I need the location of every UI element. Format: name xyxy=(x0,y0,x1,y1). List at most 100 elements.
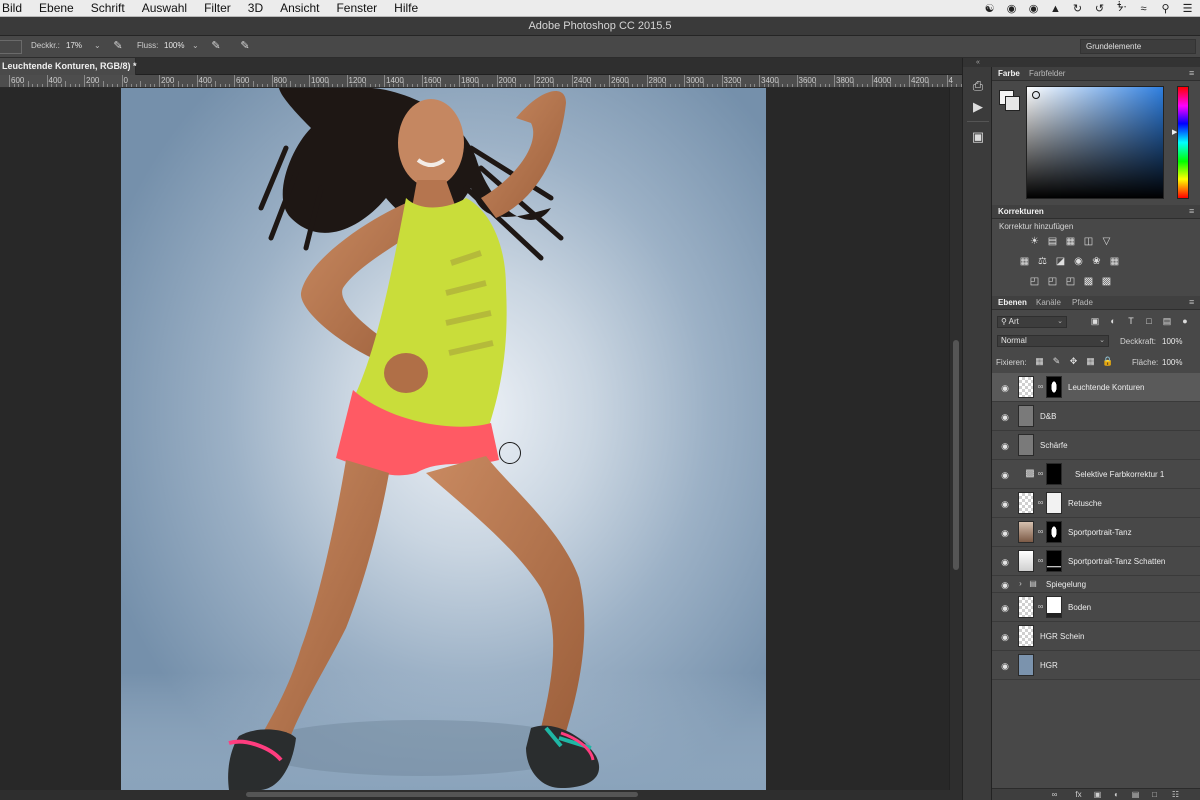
document-canvas[interactable] xyxy=(121,88,766,790)
visibility-eye-icon[interactable]: ◉ xyxy=(999,556,1011,568)
lock-transparency-icon[interactable]: ▦ xyxy=(1034,355,1045,367)
vertical-scroll-thumb[interactable] xyxy=(953,340,959,570)
filter-smart-object-icon[interactable]: ▤ xyxy=(1161,315,1173,328)
brightness-icon[interactable]: ☀ xyxy=(1028,235,1041,248)
layer-thumbnail[interactable] xyxy=(1018,625,1034,647)
hue-slider[interactable] xyxy=(1177,86,1189,199)
hue-saturation-icon[interactable]: ▦ xyxy=(1018,255,1031,268)
layer-mask-thumbnail[interactable] xyxy=(1046,492,1062,514)
wifi-icon[interactable]: ≈ xyxy=(1137,2,1150,15)
layer-row[interactable]: ◉ ∞ Retusche xyxy=(992,489,1200,518)
layer-style-icon[interactable]: fx xyxy=(1073,789,1084,800)
drive-icon[interactable]: ▲ xyxy=(1049,2,1062,15)
record-icon[interactable]: ◉ xyxy=(1027,2,1040,15)
layer-mask-thumbnail[interactable] xyxy=(1046,521,1062,543)
black-white-icon[interactable]: ◪ xyxy=(1054,255,1067,268)
fill-value[interactable]: 100% xyxy=(1162,358,1182,367)
expand-arrow-icon[interactable]: › xyxy=(1017,579,1024,588)
layer-mask-thumbnail[interactable] xyxy=(1046,376,1062,398)
tab-farbfelder[interactable]: Farbfelder xyxy=(1029,69,1065,78)
horizontal-scroll-thumb[interactable] xyxy=(246,792,638,797)
menu-bild[interactable]: Bild xyxy=(2,0,22,17)
horizontal-ruler[interactable]: 600 400 200 0 200 400 600 800 1000 1200 1400 1600 18… xyxy=(0,75,962,88)
tool-preset-picker[interactable] xyxy=(0,40,22,54)
visibility-eye-icon[interactable]: ◉ xyxy=(999,527,1011,539)
link-chain-icon[interactable]: ∞ xyxy=(1037,382,1044,391)
link-chain-icon[interactable]: ∞ xyxy=(1037,602,1044,611)
bluetooth-icon[interactable]: ᙽ xyxy=(1115,2,1128,15)
tab-korrekturen[interactable]: Korrekturen xyxy=(998,207,1044,216)
menu-auswahl[interactable]: Auswahl xyxy=(142,0,187,17)
color-picker-ring[interactable] xyxy=(1032,91,1040,99)
menu-ebene[interactable]: Ebene xyxy=(39,0,74,17)
delete-layer-icon[interactable]: ☷ xyxy=(1170,789,1181,800)
layer-thumbnail[interactable] xyxy=(1018,654,1034,676)
pressure-opacity-icon[interactable]: ✎ xyxy=(111,39,125,53)
layer-row[interactable]: ◉ HGR xyxy=(992,651,1200,680)
menu-schrift[interactable]: Schrift xyxy=(91,0,125,17)
menu-3d[interactable]: 3D xyxy=(248,0,263,17)
new-group-icon[interactable]: ▤ xyxy=(1130,789,1141,800)
tab-farbe[interactable]: Farbe xyxy=(998,69,1020,78)
layer-mask-thumbnail[interactable] xyxy=(1046,463,1062,485)
color-lookup-icon[interactable]: ▦ xyxy=(1108,255,1121,268)
menu-fenster[interactable]: Fenster xyxy=(336,0,377,17)
menu-hilfe[interactable]: Hilfe xyxy=(394,0,418,17)
layer-row[interactable]: ◉ ∞ Boden xyxy=(992,593,1200,622)
filter-shape-icon[interactable]: □ xyxy=(1143,315,1155,328)
vertical-scrollbar[interactable] xyxy=(949,88,962,790)
exposure-icon[interactable]: ◫ xyxy=(1082,235,1095,248)
horizontal-scrollbar[interactable] xyxy=(0,790,962,800)
lock-artboard-icon[interactable]: ▦ xyxy=(1085,355,1096,367)
link-chain-icon[interactable]: ∞ xyxy=(1037,469,1044,478)
blend-mode-select[interactable]: Normal ⌄ xyxy=(997,335,1109,347)
layer-thumbnail[interactable] xyxy=(1018,596,1034,618)
panel-menu-icon[interactable]: ≡ xyxy=(1189,68,1197,78)
layer-row[interactable]: ◉ D&B xyxy=(992,402,1200,431)
visibility-eye-icon[interactable]: ◉ xyxy=(999,631,1011,643)
visibility-eye-icon[interactable]: ◉ xyxy=(999,602,1011,614)
tab-ebenen[interactable]: Ebenen xyxy=(998,298,1027,307)
layer-mask-thumbnail[interactable] xyxy=(1046,550,1062,572)
layer-row[interactable]: ◉ Schärfe xyxy=(992,431,1200,460)
layer-thumbnail[interactable] xyxy=(1018,521,1034,543)
tab-pfade[interactable]: Pfade xyxy=(1072,298,1093,307)
search-icon[interactable]: ⚲ xyxy=(1159,2,1172,15)
visibility-eye-icon[interactable]: ◉ xyxy=(999,411,1011,423)
levels-icon[interactable]: ▤ xyxy=(1046,235,1059,248)
layer-row[interactable]: ◉ ∞ Sportportrait-Tanz xyxy=(992,518,1200,547)
time-machine-icon[interactable]: ↺ xyxy=(1093,2,1106,15)
menu-filter[interactable]: Filter xyxy=(204,0,231,17)
background-color-swatch[interactable] xyxy=(1005,96,1020,111)
layer-filter-select[interactable]: ⚲ Art ⌄ xyxy=(997,316,1067,328)
opacity-value[interactable]: 17% xyxy=(66,41,82,50)
actions-icon[interactable]: ▶ xyxy=(969,98,987,116)
opacity-dropdown-icon[interactable]: ⌄ xyxy=(94,41,101,50)
visibility-eye-icon[interactable]: ◉ xyxy=(999,498,1011,510)
filter-adjustment-icon[interactable]: ◐ xyxy=(1107,315,1119,328)
layer-thumbnail[interactable] xyxy=(1018,376,1034,398)
flow-dropdown-icon[interactable]: ⌄ xyxy=(192,41,199,50)
layer-mask-thumbnail[interactable] xyxy=(1046,596,1062,618)
filter-type-icon[interactable]: T xyxy=(1125,315,1137,328)
lock-image-icon[interactable]: ✎ xyxy=(1051,355,1062,367)
pressure-size-icon[interactable]: ✎ xyxy=(238,39,252,53)
panel-menu-icon[interactable]: ≡ xyxy=(1189,206,1197,216)
visibility-eye-icon[interactable]: ◉ xyxy=(999,469,1011,481)
visibility-eye-icon[interactable]: ◉ xyxy=(999,579,1011,591)
filter-toggle-icon[interactable]: ● xyxy=(1179,315,1191,328)
flow-value[interactable]: 100% xyxy=(164,41,184,50)
sync-icon[interactable]: ↻ xyxy=(1071,2,1084,15)
layer-row[interactable]: ◉ ∞ Sportportrait-Tanz Schatten xyxy=(992,547,1200,576)
layer-row[interactable]: ◉ ▩ ∞ Selektive Farbkorrektur 1 xyxy=(992,460,1200,489)
invert-icon[interactable]: ◰ xyxy=(1028,275,1041,288)
layer-thumbnail[interactable] xyxy=(1018,550,1034,572)
document-tab[interactable]: Leuchtende Konturen, RGB/8) * xyxy=(0,58,137,75)
airbrush-icon[interactable]: ✎ xyxy=(209,39,223,53)
lock-all-icon[interactable]: 🔒 xyxy=(1102,355,1113,367)
link-chain-icon[interactable]: ∞ xyxy=(1037,527,1044,536)
layer-row[interactable]: ◉ HGR Schein xyxy=(992,622,1200,651)
layer-row[interactable]: ◉ ∞ Leuchtende Konturen xyxy=(992,373,1200,402)
new-adjustment-icon[interactable]: ◐ xyxy=(1111,789,1122,800)
selective-color-icon[interactable]: ▩ xyxy=(1100,275,1113,288)
